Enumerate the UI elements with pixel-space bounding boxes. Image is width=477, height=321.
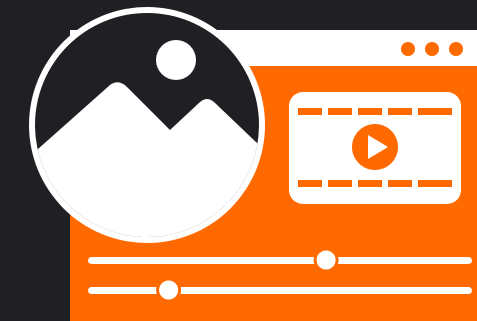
window-dot-3[interactable] xyxy=(449,42,463,56)
film-strip-top xyxy=(298,108,452,115)
film-strip-bottom xyxy=(298,180,452,187)
slider-thumb[interactable] xyxy=(313,247,339,273)
window-dot-2[interactable] xyxy=(425,42,439,56)
illustration-svg xyxy=(0,0,477,321)
window-dot-1[interactable] xyxy=(401,42,415,56)
video-card[interactable] xyxy=(289,92,461,204)
slider-track[interactable] xyxy=(88,257,472,264)
sun-shape xyxy=(156,40,196,80)
slider-thumb[interactable] xyxy=(156,277,182,303)
illustration-canvas xyxy=(0,0,477,321)
slider-track[interactable] xyxy=(88,287,472,294)
play-icon[interactable] xyxy=(352,124,398,170)
